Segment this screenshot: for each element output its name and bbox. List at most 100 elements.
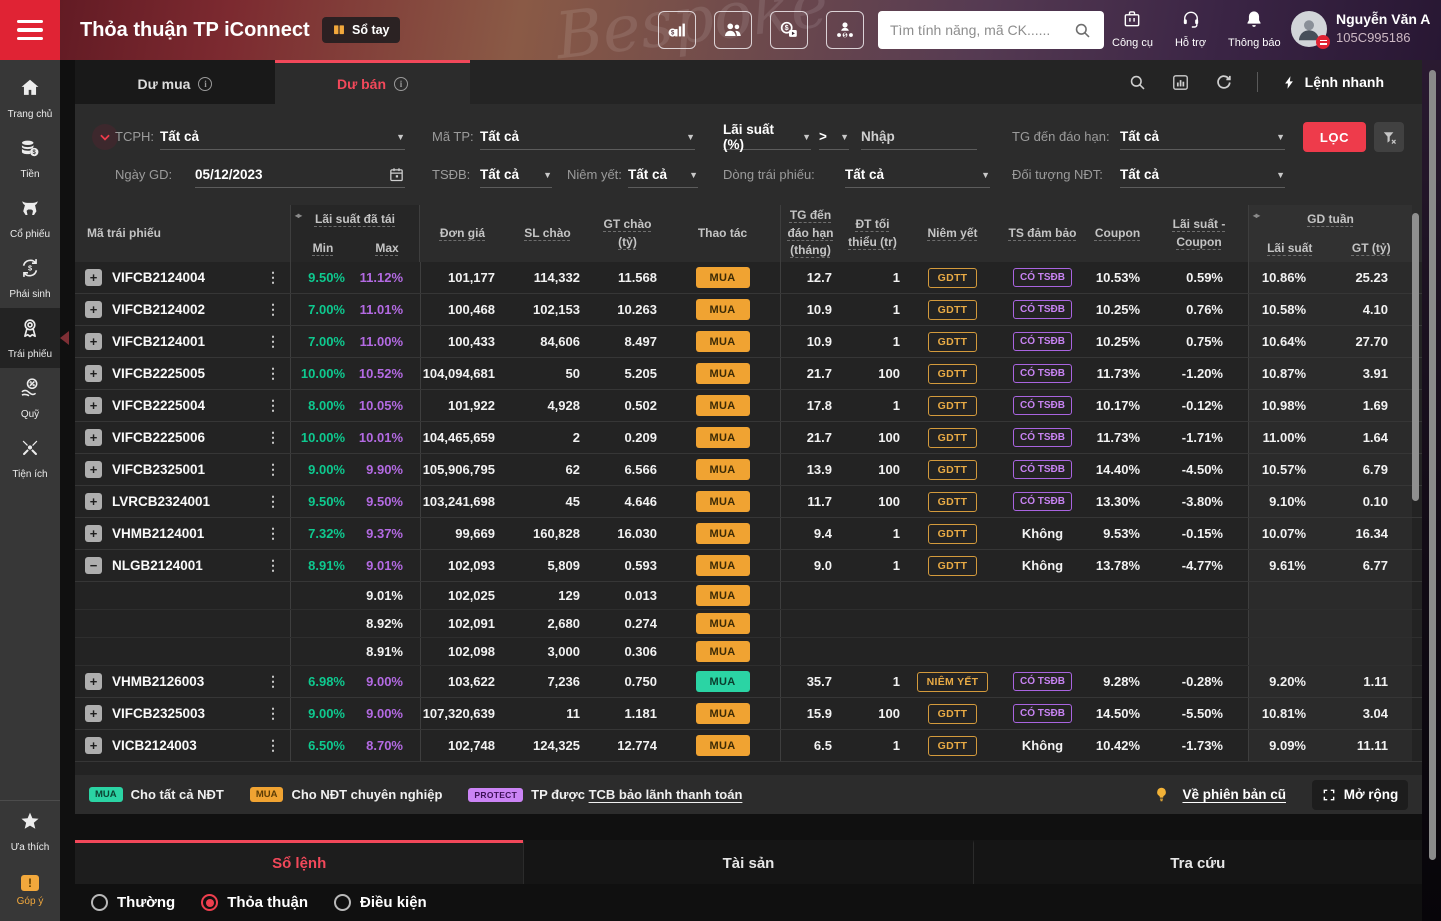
handbook-badge[interactable]: Sổ tay (322, 17, 400, 43)
filter-apply-button[interactable]: LỌC (1303, 122, 1366, 152)
header-nav-bell[interactable]: Thông báo (1228, 9, 1281, 49)
col-header-value[interactable]: GT chào (tỷ) (590, 205, 665, 262)
col-header-week-rate[interactable]: Lãi suất (1249, 241, 1331, 255)
row-menu-icon[interactable]: ⋮ (266, 525, 290, 542)
column-resize-icon[interactable]: ◂▸ (1253, 211, 1259, 220)
buy-button[interactable]: MUA (696, 613, 750, 634)
col-header-coupon[interactable]: Coupon (1085, 205, 1150, 262)
collateral-dropdown[interactable]: Tất cả▼ (480, 162, 552, 188)
col-header-min[interactable]: Min (291, 241, 355, 255)
week-group-label[interactable]: GD tuần (1307, 212, 1354, 226)
col-header-min-invest[interactable]: ĐT tối thiểu (tr) (840, 205, 905, 262)
expand-row-button[interactable]: + (85, 429, 102, 446)
bottom-tab-tra-cứu[interactable]: Tra cứu (973, 840, 1422, 884)
row-menu-icon[interactable]: ⋮ (266, 673, 290, 690)
buy-button[interactable]: MUA (696, 331, 750, 352)
hamburger-menu-button[interactable] (0, 0, 60, 60)
expand-row-button[interactable]: + (85, 301, 102, 318)
community-button[interactable] (714, 11, 752, 49)
col-header-qty[interactable]: SL chào (505, 205, 590, 262)
bond-code-dropdown[interactable]: Tất cả▼ (480, 124, 695, 150)
row-menu-icon[interactable]: ⋮ (266, 429, 290, 446)
page-scrollbar[interactable] (1429, 70, 1436, 860)
buy-button[interactable]: MUA (696, 491, 750, 512)
col-header-action[interactable]: Thao tác (665, 205, 780, 262)
expand-row-button[interactable]: + (85, 269, 102, 286)
row-menu-icon[interactable]: ⋮ (266, 269, 290, 286)
order-type-radio-thường[interactable]: Thường (91, 894, 175, 911)
bond-line-dropdown[interactable]: Tất cả▼ (845, 162, 990, 188)
legend-link[interactable]: TCB bảo lãnh thanh toán (589, 787, 743, 802)
sidebar-item-fund-percent[interactable]: Quỹ (0, 368, 60, 428)
chart-icon[interactable] (1171, 73, 1190, 92)
header-nav-toolbox[interactable]: Công cụ (1112, 9, 1153, 49)
video-finance-button[interactable]: $ (770, 11, 808, 49)
row-menu-icon[interactable]: ⋮ (266, 705, 290, 722)
header-nav-headset[interactable]: Hỗ trợ (1175, 9, 1206, 49)
rate-operator-dropdown[interactable]: >▼ (819, 124, 849, 150)
maturity-dropdown[interactable]: Tất cả▼ (1120, 124, 1285, 150)
sidebar-item-bull[interactable]: Cổ phiếu (0, 188, 60, 248)
buy-button[interactable]: MUA (696, 459, 750, 480)
expand-row-button[interactable]: + (85, 461, 102, 478)
buy-button[interactable]: MUA (696, 267, 750, 288)
tcph-dropdown[interactable]: Tất cả▼ (160, 124, 405, 150)
order-type-radio-thỏa-thuận[interactable]: Thỏa thuận (201, 894, 308, 911)
refresh-icon[interactable] (1214, 73, 1233, 92)
quick-order-button[interactable]: Lệnh nhanh (1282, 73, 1384, 92)
col-header-max[interactable]: Max (355, 241, 419, 255)
expand-row-button[interactable]: + (85, 493, 102, 510)
expand-row-button[interactable]: + (85, 673, 102, 690)
buy-button[interactable]: MUA (696, 585, 750, 606)
table-scrollbar[interactable] (1412, 213, 1419, 501)
col-header-collateral[interactable]: TS đảm bảo (1000, 205, 1085, 262)
expand-row-button[interactable]: + (85, 397, 102, 414)
sidebar-item-favorites[interactable]: Ưa thích (0, 801, 60, 861)
buy-button[interactable]: MUA (696, 671, 750, 692)
market-chart-button[interactable]: $ (658, 11, 696, 49)
search-icon[interactable] (1128, 73, 1147, 92)
column-resize-icon[interactable]: ◂▸ (295, 211, 301, 220)
user-account[interactable]: Nguyễn Văn A 105C995186 (1291, 11, 1430, 47)
expand-row-button[interactable]: + (85, 333, 102, 350)
buy-button[interactable]: MUA (696, 299, 750, 320)
tab-du-ban[interactable]: Dư bán i (275, 60, 470, 104)
bottom-tab-sổ-lệnh[interactable]: Sổ lệnh (75, 840, 523, 884)
sidebar-item-coins[interactable]: $Tiền (0, 128, 60, 188)
buy-button[interactable]: MUA (696, 555, 750, 576)
row-menu-icon[interactable]: ⋮ (266, 493, 290, 510)
row-menu-icon[interactable]: ⋮ (266, 333, 290, 350)
col-header-listing[interactable]: Niêm yết (905, 205, 1000, 262)
buy-button[interactable]: MUA (696, 703, 750, 724)
sidebar-item-bond-medal[interactable]: Trái phiếu (0, 308, 60, 368)
expand-row-button[interactable]: + (85, 525, 102, 542)
sidebar-item-derivative[interactable]: $Phái sinh (0, 248, 60, 308)
buy-button[interactable]: MUA (696, 363, 750, 384)
trade-date-field[interactable]: 05/12/2023 (195, 162, 405, 188)
old-version-link[interactable]: Về phiên bản cũ (1182, 787, 1286, 802)
col-header-week-value[interactable]: GT (tỷ) (1331, 241, 1413, 255)
col-header-maturity[interactable]: TG đến đáo hạn (tháng) (780, 205, 840, 262)
search-input[interactable] (890, 22, 1065, 38)
row-menu-icon[interactable]: ⋮ (266, 557, 290, 574)
col-header-price[interactable]: Đơn giá (420, 205, 505, 262)
buy-button[interactable]: MUA (696, 641, 750, 662)
info-icon[interactable]: i (394, 77, 408, 91)
investor-type-dropdown[interactable]: Tất cả▼ (1120, 162, 1285, 188)
buy-button[interactable]: MUA (696, 395, 750, 416)
sidebar-item-home[interactable]: Trang chủ (0, 68, 60, 128)
bottom-tab-tài-sản[interactable]: Tài sản (523, 840, 972, 884)
copier-network-button[interactable]: $ (826, 11, 864, 49)
expand-row-button[interactable]: + (85, 365, 102, 382)
order-type-radio-điều-kiện[interactable]: Điều kiện (334, 894, 427, 911)
rate-type-dropdown[interactable]: Lãi suất (%)▼ (723, 124, 811, 150)
buy-button[interactable]: MUA (696, 735, 750, 756)
col-header-spread[interactable]: Lãi suất - Coupon (1150, 205, 1248, 262)
expand-row-button[interactable]: + (85, 705, 102, 722)
clear-filter-button[interactable] (1374, 122, 1404, 152)
listed-dropdown[interactable]: Tất cả▼ (628, 162, 698, 188)
row-menu-icon[interactable]: ⋮ (266, 301, 290, 318)
expand-row-button[interactable]: + (85, 737, 102, 754)
expand-table-button[interactable]: Mở rộng (1312, 780, 1408, 810)
calendar-icon[interactable] (388, 166, 405, 183)
